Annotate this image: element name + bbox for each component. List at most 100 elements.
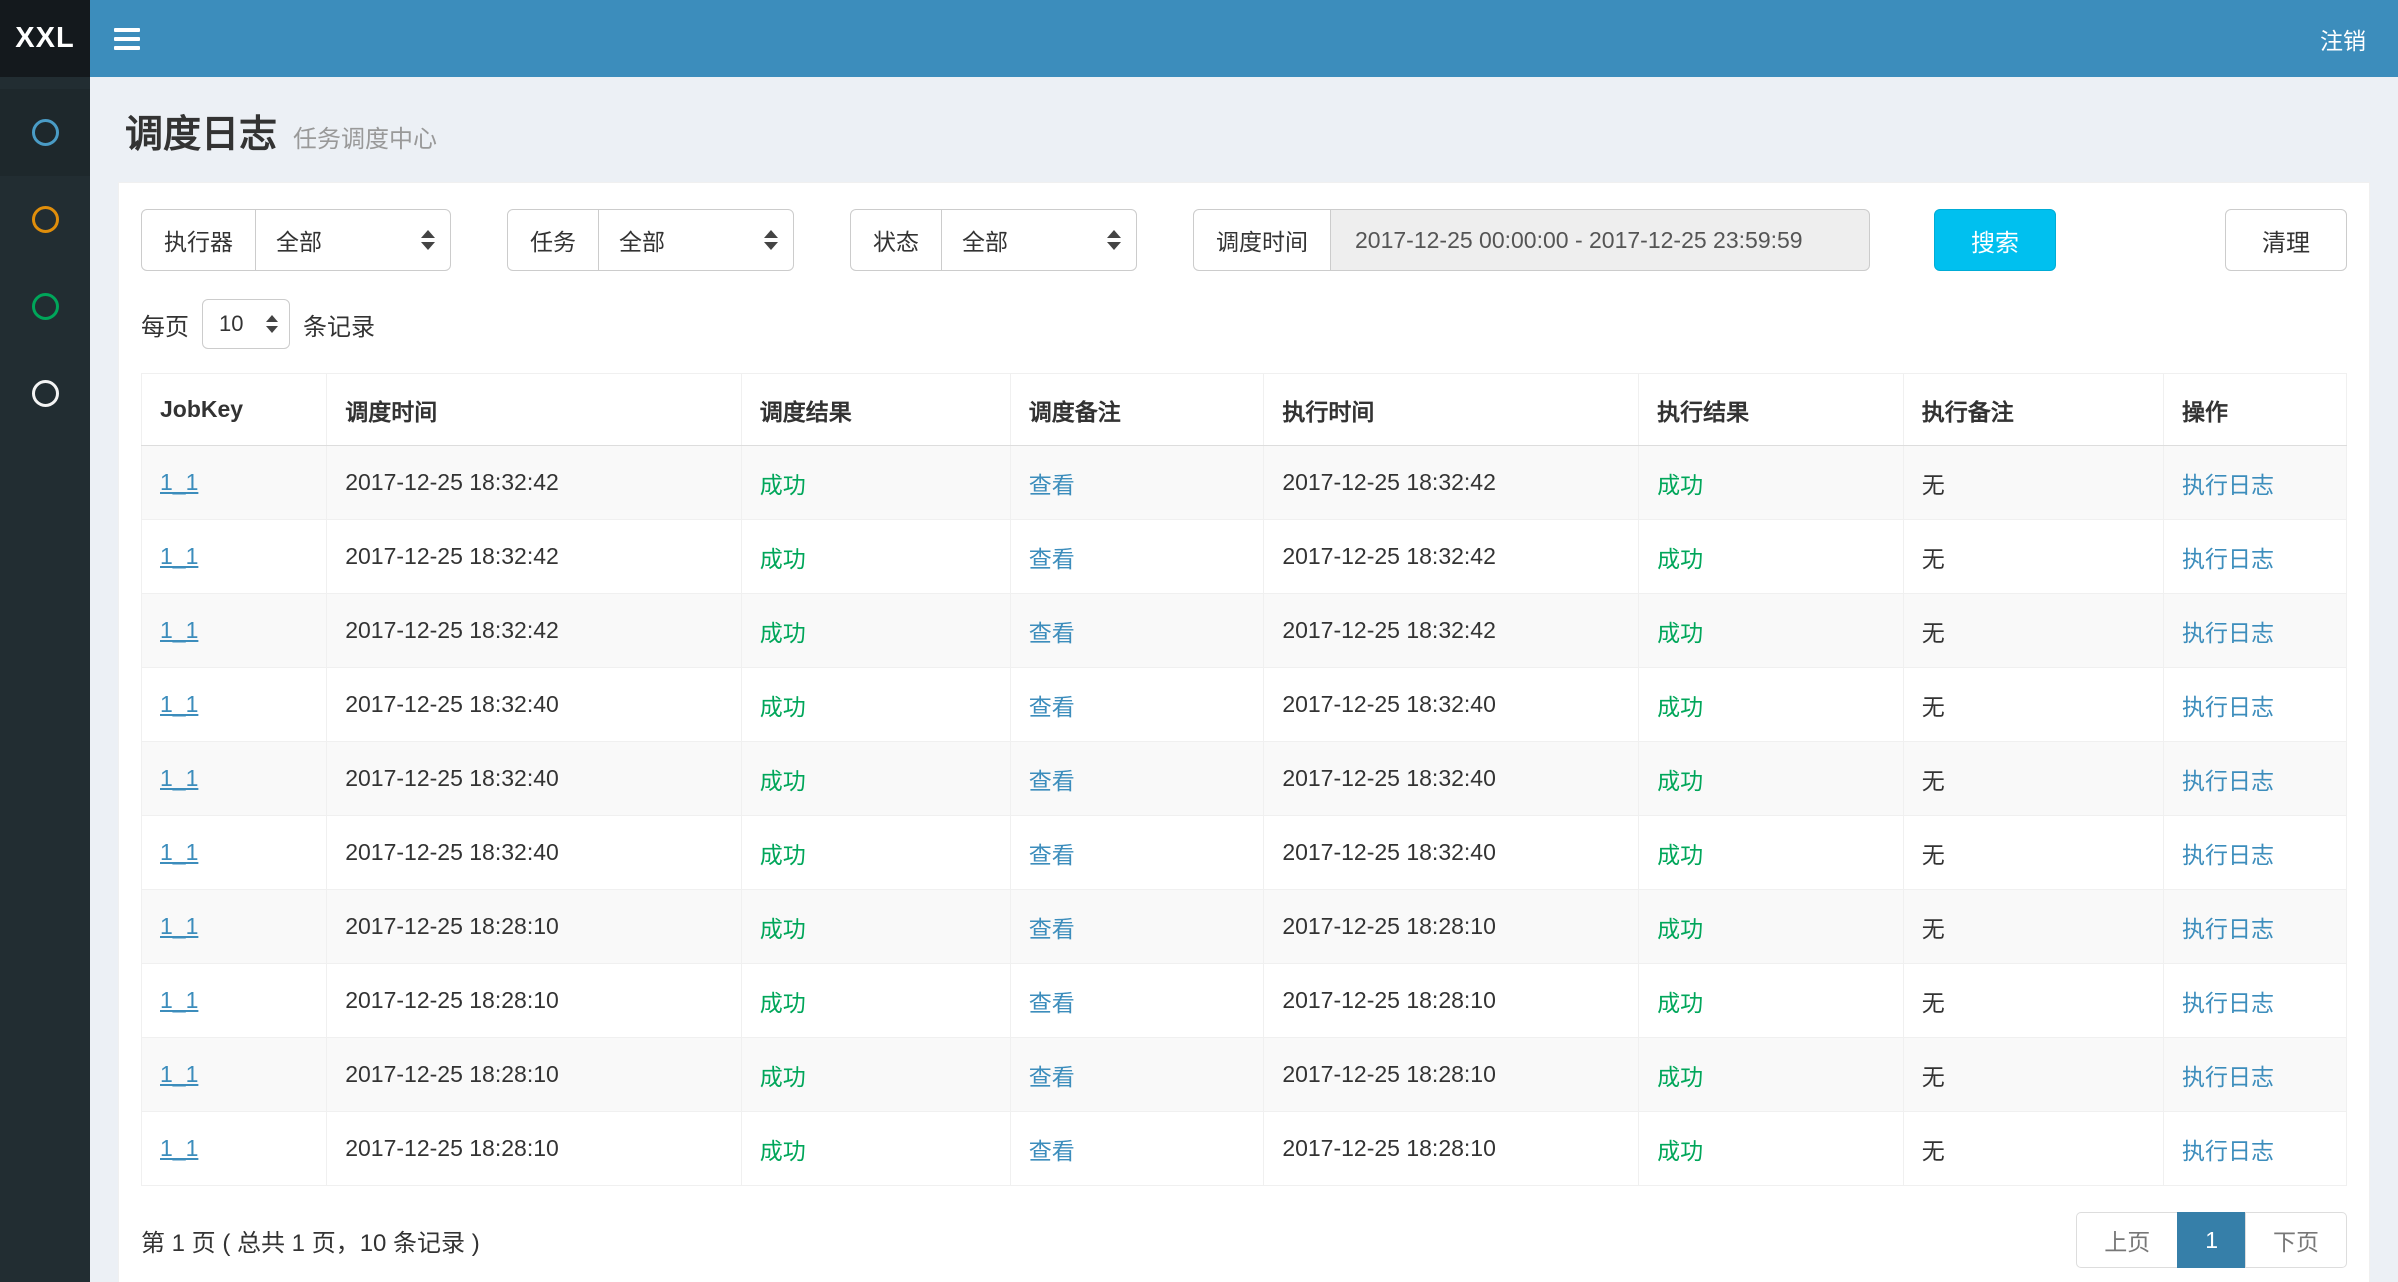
navbar-main: 注销 <box>90 0 2398 77</box>
trigger-msg-view-link[interactable]: 查看 <box>1029 546 1075 572</box>
trigger-result-cell: 成功 <box>741 594 1010 668</box>
handle-msg-cell: 无 <box>1903 594 2163 668</box>
trigger-msg-view-link[interactable]: 查看 <box>1029 1138 1075 1164</box>
col-header-trigger-time: 调度时间 <box>327 374 742 446</box>
pagination-prev-button[interactable]: 上页 <box>2076 1212 2178 1268</box>
filter-executor: 执行器 全部 <box>141 209 451 271</box>
filter-job-select[interactable]: 全部 <box>598 209 794 271</box>
trigger-result-text: 成功 <box>760 694 806 720</box>
handle-msg-cell: 无 <box>1903 446 2163 520</box>
execution-log-link[interactable]: 执行日志 <box>2182 990 2274 1016</box>
trigger-result-text: 成功 <box>760 472 806 498</box>
table-footer: 第 1 页 ( 总共 1 页，10 条记录 ) 上页 1 下页 <box>141 1212 2347 1268</box>
app-logo[interactable]: XXL <box>0 0 90 77</box>
trigger-msg-view-link[interactable]: 查看 <box>1029 694 1075 720</box>
handle-msg-cell: 无 <box>1903 1112 2163 1186</box>
jobkey-cell: 1_1 <box>142 964 327 1038</box>
jobkey-link[interactable]: 1_1 <box>160 691 198 717</box>
execution-log-link[interactable]: 执行日志 <box>2182 842 2274 868</box>
handle-time-cell: 2017-12-25 18:32:42 <box>1264 520 1639 594</box>
hamburger-icon <box>114 28 140 50</box>
trigger-time-range-input[interactable]: 2017-12-25 00:00:00 - 2017-12-25 23:59:5… <box>1330 209 1870 271</box>
trigger-result-text: 成功 <box>760 546 806 572</box>
trigger-msg-view-link[interactable]: 查看 <box>1029 916 1075 942</box>
jobkey-cell: 1_1 <box>142 1038 327 1112</box>
logout-link[interactable]: 注销 <box>2288 22 2398 56</box>
handle-time-cell: 2017-12-25 18:32:42 <box>1264 594 1639 668</box>
col-header-action: 操作 <box>2163 374 2346 446</box>
trigger-msg-view-link[interactable]: 查看 <box>1029 842 1075 868</box>
trigger-msg-view-link[interactable]: 查看 <box>1029 990 1075 1016</box>
action-cell: 执行日志 <box>2163 1112 2346 1186</box>
jobkey-link[interactable]: 1_1 <box>160 765 198 791</box>
log-table-row: 1_1 2017-12-25 18:32:42 成功 查看 2017-12-25… <box>142 594 2347 668</box>
trigger-time-range-value: 2017-12-25 00:00:00 - 2017-12-25 23:59:5… <box>1355 227 1803 254</box>
trigger-msg-view-link[interactable]: 查看 <box>1029 620 1075 646</box>
filter-status-select[interactable]: 全部 <box>941 209 1137 271</box>
sidebar-item[interactable] <box>0 263 90 350</box>
search-button[interactable]: 搜索 <box>1934 209 2056 271</box>
action-cell: 执行日志 <box>2163 668 2346 742</box>
trigger-result-cell: 成功 <box>741 668 1010 742</box>
handle-time-cell: 2017-12-25 18:32:40 <box>1264 816 1639 890</box>
trigger-msg-cell: 查看 <box>1010 890 1264 964</box>
action-cell: 执行日志 <box>2163 742 2346 816</box>
select-stepper-icon <box>764 230 778 250</box>
trigger-result-cell: 成功 <box>741 446 1010 520</box>
trigger-result-text: 成功 <box>760 1138 806 1164</box>
handle-result-cell: 成功 <box>1639 890 1904 964</box>
jobkey-link[interactable]: 1_1 <box>160 543 198 569</box>
handle-time-cell: 2017-12-25 18:28:10 <box>1264 1038 1639 1112</box>
execution-log-link[interactable]: 执行日志 <box>2182 472 2274 498</box>
handle-result-cell: 成功 <box>1639 1038 1904 1112</box>
jobkey-cell: 1_1 <box>142 742 327 816</box>
execution-log-link[interactable]: 执行日志 <box>2182 1138 2274 1164</box>
handle-result-text: 成功 <box>1657 768 1703 794</box>
handle-msg-cell: 无 <box>1903 1038 2163 1112</box>
circle-icon <box>32 293 59 320</box>
action-cell: 执行日志 <box>2163 446 2346 520</box>
execution-log-link[interactable]: 执行日志 <box>2182 768 2274 794</box>
jobkey-link[interactable]: 1_1 <box>160 469 198 495</box>
circle-icon <box>32 119 59 146</box>
trigger-time-cell: 2017-12-25 18:32:42 <box>327 594 742 668</box>
trigger-result-text: 成功 <box>760 1064 806 1090</box>
execution-log-link[interactable]: 执行日志 <box>2182 620 2274 646</box>
handle-msg-cell: 无 <box>1903 890 2163 964</box>
sidebar-toggle-button[interactable] <box>90 0 164 77</box>
trigger-time-cell: 2017-12-25 18:28:10 <box>327 1038 742 1112</box>
jobkey-link[interactable]: 1_1 <box>160 839 198 865</box>
execution-log-link[interactable]: 执行日志 <box>2182 916 2274 942</box>
handle-result-cell: 成功 <box>1639 1112 1904 1186</box>
trigger-msg-view-link[interactable]: 查看 <box>1029 768 1075 794</box>
execution-log-link[interactable]: 执行日志 <box>2182 694 2274 720</box>
jobkey-cell: 1_1 <box>142 446 327 520</box>
select-stepper-icon <box>421 230 435 250</box>
pagination-page-1-button[interactable]: 1 <box>2177 1212 2246 1268</box>
jobkey-link[interactable]: 1_1 <box>160 1135 198 1161</box>
trigger-result-cell: 成功 <box>741 816 1010 890</box>
jobkey-link[interactable]: 1_1 <box>160 1061 198 1087</box>
length-suffix-label: 条记录 <box>303 307 375 342</box>
trigger-time-cell: 2017-12-25 18:32:42 <box>327 520 742 594</box>
sidebar-item[interactable] <box>0 89 90 176</box>
jobkey-link[interactable]: 1_1 <box>160 913 198 939</box>
page-length-select[interactable]: 10 <box>202 299 290 349</box>
sidebar-item[interactable] <box>0 176 90 263</box>
execution-log-link[interactable]: 执行日志 <box>2182 1064 2274 1090</box>
clear-button[interactable]: 清理 <box>2225 209 2347 271</box>
trigger-msg-view-link[interactable]: 查看 <box>1029 472 1075 498</box>
trigger-msg-view-link[interactable]: 查看 <box>1029 1064 1075 1090</box>
log-table-head: JobKey 调度时间 调度结果 调度备注 执行时间 执行结果 执行备注 操作 <box>142 374 2347 446</box>
log-table-body: 1_1 2017-12-25 18:32:42 成功 查看 2017-12-25… <box>142 446 2347 1186</box>
trigger-result-cell: 成功 <box>741 1112 1010 1186</box>
select-stepper-icon <box>266 315 278 333</box>
jobkey-link[interactable]: 1_1 <box>160 987 198 1013</box>
execution-log-link[interactable]: 执行日志 <box>2182 546 2274 572</box>
filter-executor-select[interactable]: 全部 <box>255 209 451 271</box>
pagination-next-button[interactable]: 下页 <box>2245 1212 2347 1268</box>
jobkey-link[interactable]: 1_1 <box>160 617 198 643</box>
filter-status-label: 状态 <box>850 209 942 271</box>
log-table-row: 1_1 2017-12-25 18:32:40 成功 查看 2017-12-25… <box>142 668 2347 742</box>
sidebar-item[interactable] <box>0 350 90 437</box>
